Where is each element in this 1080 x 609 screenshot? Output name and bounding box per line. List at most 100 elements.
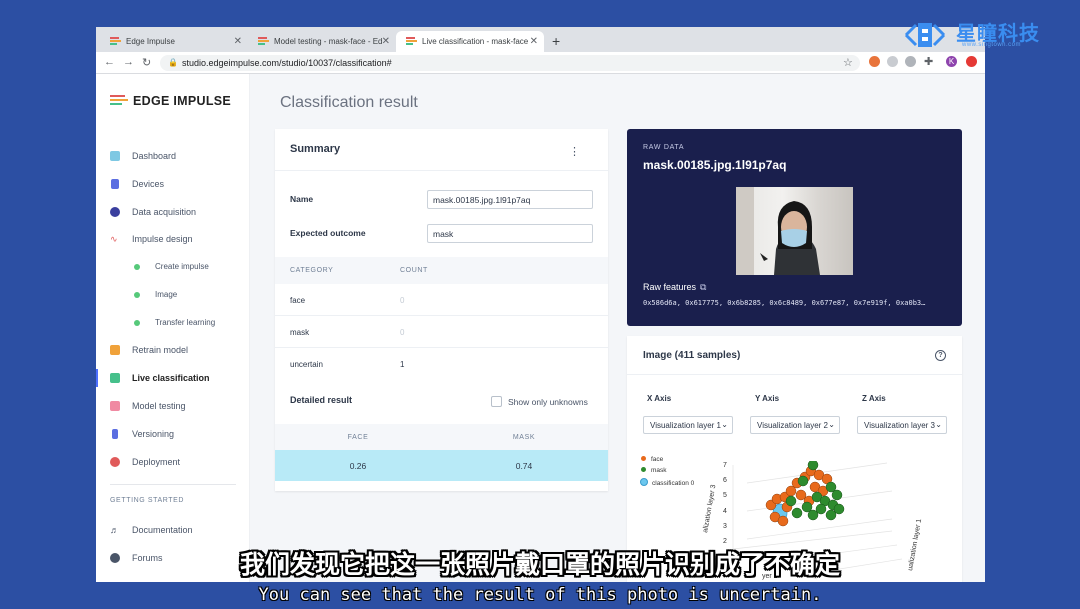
model-testing-icon <box>110 401 120 411</box>
reload-icon[interactable]: ↻ <box>142 56 151 69</box>
logo-text: EDGE IMPULSE <box>133 94 232 108</box>
edge-impulse-logo[interactable]: EDGE IMPULSE <box>110 94 231 108</box>
legend-swatch <box>640 478 648 486</box>
legend-item-face[interactable]: face <box>641 456 663 463</box>
expected-outcome-field[interactable]: mask <box>427 224 593 243</box>
sample-photo <box>736 187 853 275</box>
extension-icon[interactable] <box>905 56 916 67</box>
sidebar-item-create-impulse[interactable]: Create impulse <box>96 256 250 278</box>
bookmark-star-icon[interactable]: ☆ <box>843 56 853 69</box>
back-icon[interactable]: ← <box>104 56 115 68</box>
sidebar-item-documentation[interactable]: ♬ Documentation <box>96 519 250 541</box>
more-options-icon[interactable]: ⋮ <box>569 145 580 158</box>
legend-swatch <box>641 456 646 461</box>
edge-impulse-favicon-icon <box>110 37 121 46</box>
feature-explorer-title: Image (411 samples) <box>643 350 741 361</box>
forward-icon[interactable]: → <box>123 56 134 68</box>
sidebar-item-label: Deployment <box>132 457 181 467</box>
sidebar-item-label: Data acquisition <box>132 207 197 217</box>
sidebar-item-image[interactable]: Image <box>96 284 250 306</box>
name-label: Name <box>290 194 314 204</box>
edge-impulse-favicon-icon <box>258 37 269 46</box>
extension-icon[interactable] <box>966 56 977 67</box>
documentation-icon: ♬ <box>110 525 119 535</box>
sidebar-divider <box>110 484 236 485</box>
category-cell: uncertain <box>290 360 323 369</box>
brand-logo-icon <box>904 23 946 47</box>
retrain-icon <box>110 345 120 355</box>
face-header: FACE <box>347 434 369 441</box>
close-tab-icon[interactable]: ✕ <box>382 36 390 47</box>
address-bar-row: ← → ↻ 🔒 studio.edgeimpulse.com/studio/10… <box>96 52 985 74</box>
browser-tab-live-classification[interactable]: Live classification - mask-face ✕ <box>396 31 544 52</box>
page-title: Classification result <box>280 94 418 111</box>
show-only-unknowns-label[interactable]: Show only unknowns <box>508 397 588 407</box>
raw-features-label: Raw features ⧉ <box>643 282 706 293</box>
y-axis-label: Y Axis <box>755 394 780 403</box>
raw-data-card: RAW DATA mask.00185.jpg.1l91p7aq Raw fea… <box>627 129 962 326</box>
new-tab-icon[interactable]: + <box>552 33 560 49</box>
z-axis-value: Visualization layer 3 <box>864 421 936 430</box>
chevron-down-icon: ⌄ <box>828 420 835 429</box>
mask-header: MASK <box>512 434 536 441</box>
close-tab-icon[interactable]: ✕ <box>530 36 538 47</box>
close-tab-icon[interactable]: ✕ <box>234 36 242 47</box>
url-text: studio.edgeimpulse.com/studio/10037/clas… <box>182 58 392 68</box>
browser-tab-model-testing[interactable]: Model testing - mask-face - Ed ✕ <box>248 31 396 52</box>
sidebar-item-deployment[interactable]: Deployment <box>96 451 250 473</box>
help-icon[interactable]: ? <box>935 350 946 361</box>
sidebar-item-retrain-model[interactable]: Retrain model <box>96 339 250 361</box>
live-classification-icon <box>110 373 120 383</box>
edge-impulse-logo-icon <box>110 95 128 107</box>
count-cell: 1 <box>400 360 405 369</box>
tab-strip: Edge Impulse ✕ Model testing - mask-face… <box>96 27 985 52</box>
x-axis-label: X Axis <box>647 394 672 403</box>
z-tick-label: 7 <box>723 462 727 469</box>
profile-avatar[interactable]: K <box>946 56 957 67</box>
legend-item-mask[interactable]: mask <box>641 467 667 474</box>
sidebar-item-dashboard[interactable]: Dashboard <box>96 145 250 167</box>
show-only-unknowns-checkbox[interactable] <box>491 396 502 407</box>
sidebar-item-label: Versioning <box>132 429 175 439</box>
result-row[interactable]: 0.26 0.74 <box>275 450 608 481</box>
x-axis-select[interactable]: Visualization layer 1 ⌄ <box>643 416 733 434</box>
puzzle-extensions-icon[interactable]: ✚ <box>924 55 933 68</box>
copy-icon[interactable]: ⧉ <box>700 282 706 292</box>
name-field[interactable]: mask.00185.jpg.1l91p7aq <box>427 190 593 209</box>
raw-data-label: RAW DATA <box>643 144 685 151</box>
edge-impulse-favicon-icon <box>406 37 417 46</box>
mask-score: 0.74 <box>515 461 533 471</box>
sidebar-item-transfer-learning[interactable]: Transfer learning <box>96 312 250 334</box>
z-axis-select[interactable]: Visualization layer 3 ⌄ <box>857 416 947 434</box>
z-tick-label: 6 <box>723 477 727 484</box>
dot-icon <box>134 264 140 270</box>
brand-watermark: 星瞳科技 www.singtown.com <box>898 15 1068 55</box>
sidebar-item-model-testing[interactable]: Model testing <box>96 395 250 417</box>
x-axis-value: Visualization layer 1 <box>650 421 722 430</box>
extension-icon[interactable] <box>887 56 898 67</box>
sidebar-item-live-classification[interactable]: Live classification <box>96 367 250 389</box>
browser-tab-edge-impulse[interactable]: Edge Impulse ✕ <box>100 31 248 52</box>
table-row: face 0 <box>275 284 608 316</box>
z-tick-label: 5 <box>723 492 727 499</box>
url-field[interactable]: 🔒 studio.edgeimpulse.com/studio/10037/cl… <box>160 55 860 71</box>
browser-window: Edge Impulse ✕ Model testing - mask-face… <box>96 27 985 582</box>
z-tick-label: 3 <box>723 523 727 530</box>
sidebar-item-impulse-design[interactable]: ∿ Impulse design <box>96 228 250 250</box>
sidebar-item-versioning[interactable]: Versioning <box>96 423 250 445</box>
z-axis-label: Z Axis <box>862 394 886 403</box>
sidebar-section-label: GETTING STARTED <box>110 497 185 504</box>
extension-icon[interactable] <box>869 56 880 67</box>
sidebar-item-label: Create impulse <box>155 262 209 271</box>
y-axis-select[interactable]: Visualization layer 2 ⌄ <box>750 416 840 434</box>
legend-swatch <box>641 467 646 472</box>
devices-icon <box>111 179 119 189</box>
database-icon <box>110 207 120 217</box>
legend-label: face <box>651 456 664 463</box>
main-content: Classification result Summary ⋮ Name mas… <box>250 74 985 582</box>
y-axis-value: Visualization layer 2 <box>757 421 829 430</box>
sidebar-item-devices[interactable]: Devices <box>96 173 250 195</box>
raw-data-title: mask.00185.jpg.1l91p7aq <box>643 158 787 172</box>
subtitle-chinese: 我们发现它把这一张照片戴口罩的照片识别成了不确定 <box>239 550 840 579</box>
sidebar-item-data-acquisition[interactable]: Data acquisition <box>96 201 250 223</box>
